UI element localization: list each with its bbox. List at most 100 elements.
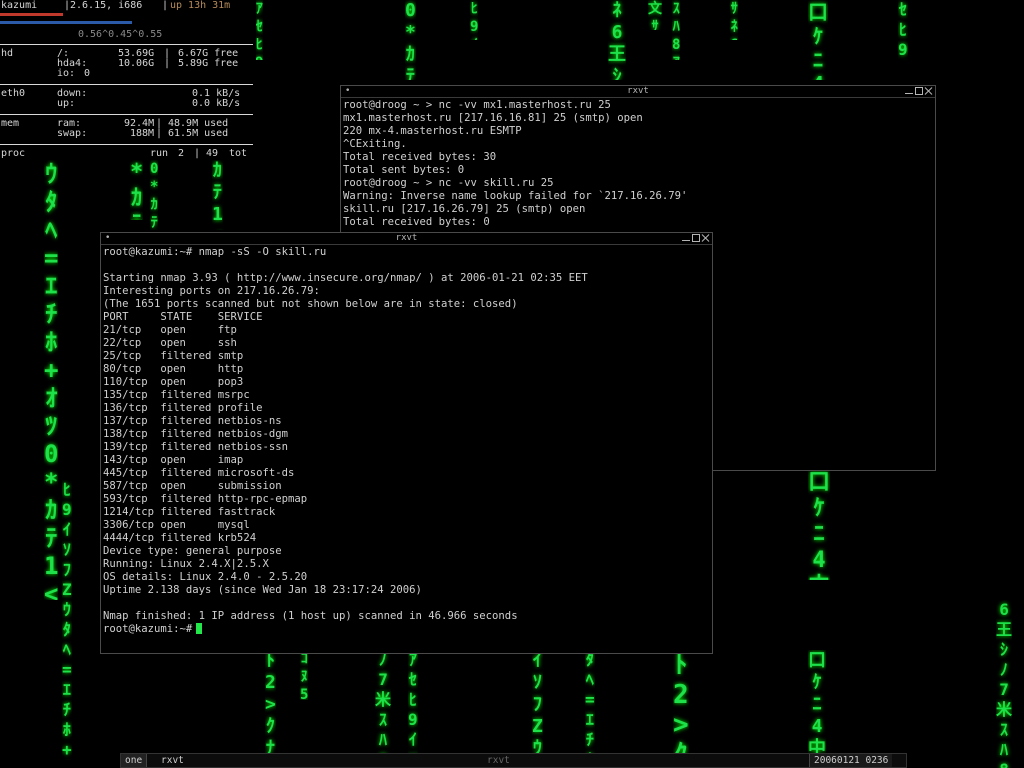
proc-run-label: run [150, 148, 169, 159]
hd-hda4-free: 5.89G free [178, 58, 239, 69]
rain-column: ｻ ﾈ 6 [730, 1, 738, 40]
hd-hda4-used: 10.06G [118, 58, 155, 69]
terminal-line: Interesting ports on 217.16.26.79: [103, 285, 320, 297]
hd-label: hd [1, 48, 14, 59]
terminal-line: mx1.masterhost.ru [217.16.16.81] 25 (smt… [343, 112, 643, 124]
rain-column: ｽ ﾊ 8 ｱ [672, 1, 681, 60]
net-up-value: 0.0 kB/s [192, 98, 241, 109]
terminal-line: 138/tcp filtered netbios-dgm [103, 428, 288, 440]
terminal-line: OS details: Linux 2.4.0 - 2.5.20 [103, 571, 308, 583]
divider [0, 114, 253, 115]
terminal-line: Warning: Inverse name lookup failed for … [343, 190, 688, 202]
mem-label: mem [1, 118, 20, 129]
workspace-button[interactable]: one [121, 754, 148, 767]
rain-column: ｱ ｾ ﾋ 9 [255, 1, 263, 60]
rain-column: ﾋ 9 ｲ [470, 1, 479, 40]
conky-uptime: up 13h 31m [170, 0, 231, 11]
terminal-line: 137/tcp filtered netbios-ns [103, 415, 282, 427]
rain-column: ﾀ ﾍ = ｴ ﾁ ﾎ [585, 650, 595, 768]
rain-column: 口 ｹ ﾆ 4 中 [808, 470, 831, 580]
rain-column: ﾄ 2 > ｸ [673, 650, 689, 768]
proc-tot-value: 49 [206, 148, 219, 159]
taskbar-panel: one rxvt rxvt 20060121 0236 [120, 753, 907, 768]
rain-column: ﾉ 7 米 ｽ ﾊ 8 [375, 650, 392, 768]
task-button-rxvt[interactable]: rxvt [483, 754, 514, 767]
terminal-line: root@kazumi:~# nmap -sS -O skill.ru [103, 246, 327, 258]
rain-column: ﾋ 9 ｲ ｿ ﾌ Z ｳ ﾀ ﾍ = ｴ ﾁ ﾎ + ｵ [62, 480, 72, 759]
rain-column: ﾈ 6 王 ｼ [608, 0, 626, 80]
terminal-line: Total received bytes: 30 [343, 151, 497, 163]
terminal-window-nmap[interactable]: • rxvt root@kazumi:~# nmap -sS -O skill.… [100, 232, 713, 654]
shell-prompt: root@kazumi:~# [103, 623, 193, 635]
maximize-icon[interactable] [915, 87, 923, 95]
terminal-line: 220 mx-4.masterhost.ru ESMTP [343, 125, 522, 137]
terminal-line: 136/tcp filtered profile [103, 402, 263, 414]
rain-column: ﾄ 2 > ｸ ﾅ 3 [265, 650, 276, 768]
terminal-line: 143/tcp open imap [103, 454, 244, 466]
proc-label: proc [1, 148, 26, 159]
terminal-line: Starting nmap 3.93 ( http://www.insecure… [103, 272, 588, 284]
terminal-output[interactable]: root@kazumi:~# nmap -sS -O skill.ru Start… [103, 246, 710, 653]
rain-column: ｺ ﾇ 5 [300, 651, 309, 700]
terminal-line: root@droog ~ > nc -vv mx1.masterhost.ru … [343, 99, 611, 111]
terminal-line: 135/tcp filtered msrpc [103, 389, 250, 401]
task-button-rxvt[interactable]: rxvt [157, 754, 188, 767]
terminal-line: 139/tcp filtered netbios-ssn [103, 441, 288, 453]
terminal-line: (The 1651 ports scanned but not shown be… [103, 298, 518, 310]
rain-column: ｳ ﾀ ﾍ = ｴ ﾁ ﾎ + ｵ ﾂ 0 * ｶ ﾃ 1 < [44, 160, 59, 600]
rain-column: 6 王 ｼ ﾉ 7 米 ｽ ﾊ 8 [996, 600, 1013, 768]
terminal-line: 593/tcp filtered http-rpc-epmap [103, 493, 308, 505]
terminal-line: 80/tcp open http [103, 363, 244, 375]
minimize-icon[interactable] [682, 234, 690, 241]
titlebar[interactable]: • rxvt [341, 86, 935, 98]
conky-host: kazumi [1, 0, 38, 11]
rain-column: 文 ｻ [648, 1, 662, 30]
terminal-line: 445/tcp filtered microsoft-ds [103, 467, 295, 479]
terminal-line: 4444/tcp filtered krb524 [103, 532, 257, 544]
titlebar[interactable]: • rxvt [101, 233, 712, 245]
conky-loadavg: 0.56^0.45^0.55 [78, 29, 163, 40]
close-icon[interactable] [702, 234, 710, 242]
proc-run-value: 2 [178, 148, 185, 159]
clock: 20060121 0236 [809, 754, 893, 767]
rain-column: 0 * ｶ ﾃ [150, 161, 159, 230]
terminal-line: 110/tcp open pop3 [103, 376, 244, 388]
divider [0, 144, 253, 145]
terminal-line: 22/tcp open ssh [103, 337, 237, 349]
close-icon[interactable] [925, 87, 933, 95]
terminal-line: ^CExiting. [343, 138, 407, 150]
rain-column: ｲ ｿ ﾌ Z ｳ ﾀ [532, 650, 543, 768]
rain-column: ｾ ﾋ 9 ｲ [898, 0, 908, 59]
divider [0, 84, 253, 85]
rain-column: ｶ ﾃ 1 < [212, 160, 223, 230]
terminal-line: skill.ru [217.16.26.79] 25 (smtp) open [343, 203, 586, 215]
hd-io-value: 0 [84, 68, 91, 79]
mem-swap-name: swap: [57, 128, 88, 139]
rain-column: 口 ｹ ﾆ 4 [808, 0, 828, 80]
terminal-line: Uptime 2.138 days (since Wed Jan 18 23:1… [103, 584, 422, 596]
rain-column: 0 * ｶ ﾃ [405, 0, 416, 80]
mem-swap-total: 188M [130, 128, 155, 139]
rain-column: ｱ ｾ ﾋ 9 ｲ ｿ [408, 650, 418, 768]
terminal-line: 587/tcp open submission [103, 480, 282, 492]
prompt-line[interactable]: root@kazumi:~# [103, 623, 710, 636]
terminal-line: 1214/tcp filtered fasttrack [103, 506, 276, 518]
minimize-icon[interactable] [905, 87, 913, 94]
conky-system-monitor: kazumi 2.6.15, i686 up 13h 31m | | 0.56^… [0, 0, 256, 160]
terminal-line: Total received bytes: 0 [343, 216, 490, 228]
terminal-line: Nmap finished: 1 IP address (1 host up) … [103, 610, 518, 622]
mem-swap-used: 61.5M used [168, 128, 229, 139]
rain-column: * ｶ ﾃ [130, 160, 144, 220]
terminal-line: Running: Linux 2.4.X|2.5.X [103, 558, 269, 570]
terminal-line: PORT STATE SERVICE [103, 311, 263, 323]
terminal-line: 3306/tcp open mysql [103, 519, 250, 531]
net-label: eth0 [1, 88, 26, 99]
memory-usage-bar [0, 21, 132, 24]
net-up-name: up: [57, 98, 76, 109]
terminal-line: 21/tcp open ftp [103, 324, 237, 336]
rain-column: 口 ｹ ﾆ 4 中 ｺ [808, 650, 826, 768]
maximize-icon[interactable] [692, 234, 700, 242]
terminal-line: Device type: general purpose [103, 545, 282, 557]
